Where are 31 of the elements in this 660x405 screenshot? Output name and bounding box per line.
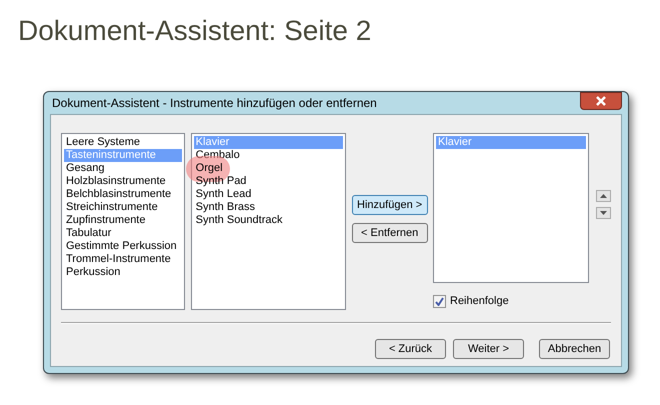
up-arrow-icon [600, 194, 607, 198]
list-item[interactable]: Perkussion [64, 266, 182, 279]
list-item[interactable]: Synth Soundtrack [194, 214, 344, 227]
close-icon [595, 96, 607, 106]
page-title: Dokument-Assistent: Seite 2 [18, 14, 372, 48]
close-button[interactable] [580, 92, 622, 110]
checkbox-label: Reihenfolge [450, 294, 509, 309]
back-button[interactable]: < Zurück [375, 339, 446, 359]
list-item[interactable]: Synth Pad [194, 175, 344, 188]
add-button[interactable]: Hinzufügen > [352, 195, 428, 215]
list-item[interactable]: Gestimmte Perkussion [64, 240, 182, 253]
list-item[interactable]: Leere Systeme [64, 136, 182, 149]
list-item[interactable]: Cembalo [194, 149, 344, 162]
list-item[interactable]: Trommel-Instrumente [64, 253, 182, 266]
list-item[interactable]: Streichinstrumente [64, 201, 182, 214]
list-item[interactable]: Orgel [194, 162, 344, 175]
list-item[interactable]: Tabulatur [64, 227, 182, 240]
down-arrow-icon [600, 211, 607, 215]
list-item[interactable]: Synth Brass [194, 201, 344, 214]
list-item[interactable]: Holzblasinstrumente [64, 175, 182, 188]
window-title: Dokument-Assistent - Instrumente hinzufügen oder entfernen [52, 95, 378, 112]
next-button[interactable]: Weiter > [453, 339, 524, 359]
list-item[interactable]: Gesang [64, 162, 182, 175]
list-item[interactable]: Zupfinstrumente [64, 214, 182, 227]
list-item[interactable]: Belchblasinstrumente [64, 188, 182, 201]
cancel-button[interactable]: Abbrechen [539, 339, 610, 359]
remove-button[interactable]: < Entfernen [352, 223, 428, 243]
checkbox[interactable] [433, 294, 446, 308]
move-down-button[interactable] [596, 207, 611, 219]
move-up-button[interactable] [596, 190, 611, 202]
list-item[interactable]: Synth Lead [194, 188, 344, 201]
